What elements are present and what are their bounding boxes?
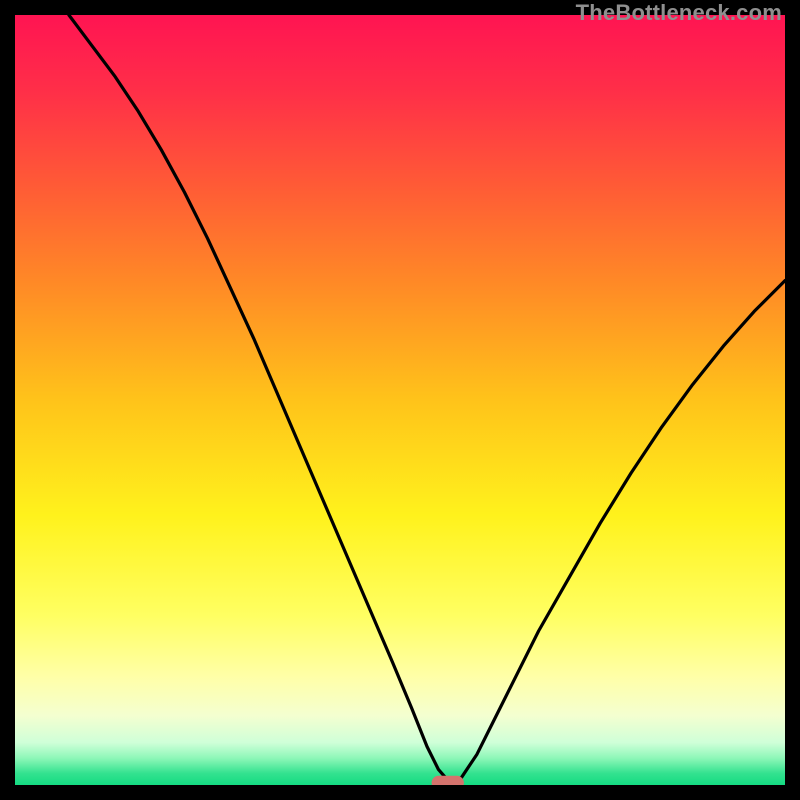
optimal-marker	[432, 776, 464, 785]
gradient-background	[15, 15, 785, 785]
bottleneck-chart	[15, 15, 785, 785]
chart-frame	[15, 15, 785, 785]
watermark-text: TheBottleneck.com	[576, 0, 782, 26]
